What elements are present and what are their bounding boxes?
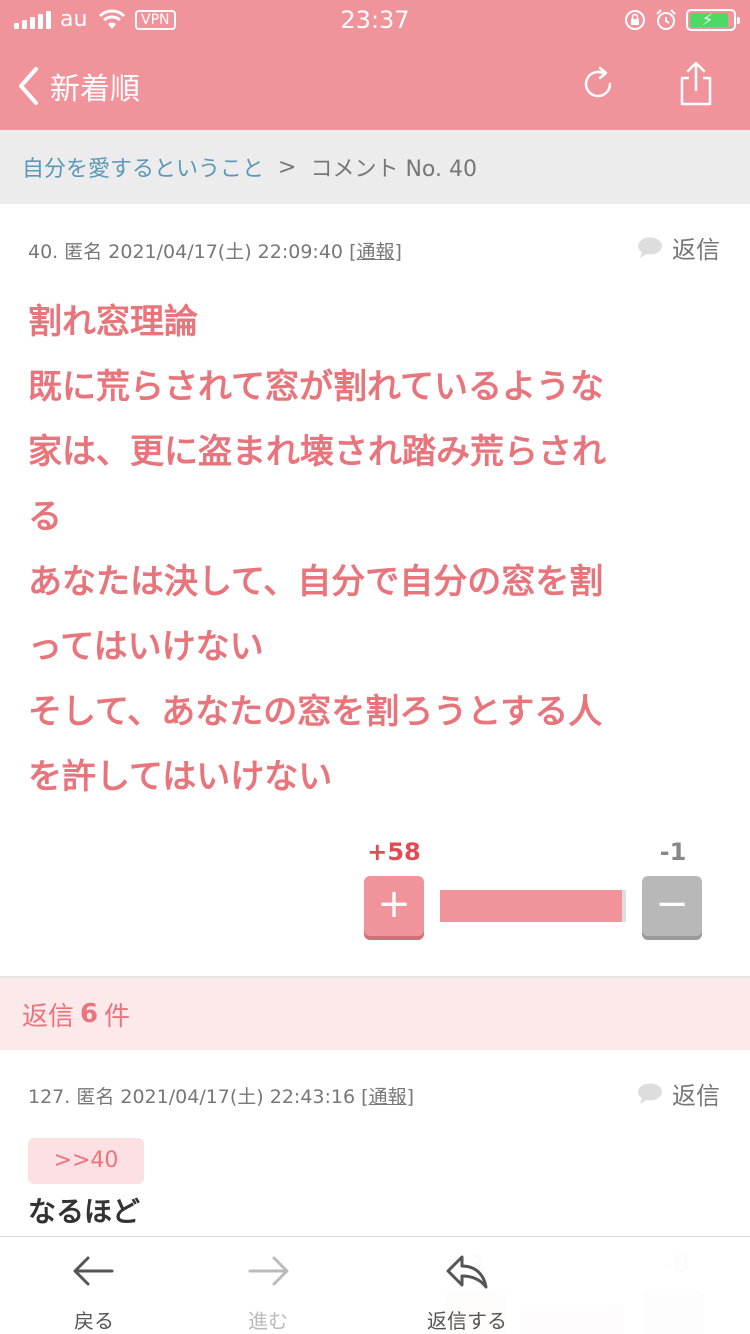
replies-header-suffix: 件 [104,1001,131,1032]
vote-ratio-fill [440,890,623,922]
report-link[interactable]: 通報 [356,241,394,263]
plus-count: +58 [367,838,421,866]
quote-anchor-link[interactable]: >>40 [28,1138,144,1184]
comment-line: 割れ窓理論 [28,302,198,342]
battery-icon: ⚡ [686,9,740,31]
toolbar-back-label: 戻る [74,1309,114,1333]
speech-bubble-icon [638,1083,662,1104]
replies-header[interactable]: 返信 6 件 [0,978,750,1050]
reply-label: 返信 [672,236,720,264]
comment-line: 既に荒らされて窓が割れているような [28,367,604,407]
comment-meta: 40. 匿名 2021/04/17(土) 22:09:40 [通報] [28,237,402,264]
report-link[interactable]: 通報 [369,1086,407,1108]
breadcrumb: 自分を愛するということ > コメント No. 40 [0,130,750,204]
comment-meta-text: 40. 匿名 2021/04/17(土) 22:09:40 [28,241,344,263]
comment-line: あなたは決して、自分で自分の窓を割 [28,562,604,602]
reply-body: なるほど [28,1195,141,1228]
navigation-bar: 新着順 [0,40,750,130]
reply-button[interactable]: 返信 [636,1076,720,1111]
arrow-right-icon [248,1256,289,1286]
report-bracket-open: [ [361,1086,369,1108]
reply-button[interactable]: 返信 [636,230,720,265]
reload-icon[interactable] [578,64,618,104]
reply-arrow-icon [446,1255,488,1289]
arrow-left-icon [73,1256,114,1286]
comment-line: そして、あなたの窓を割ろうとする人 [28,692,603,732]
orientation-lock-icon [625,10,645,30]
reply-meta: 127. 匿名 2021/04/17(土) 22:43:16 [通報] [28,1082,414,1109]
back-label: 新着順 [50,72,140,107]
toolbar-back-button[interactable]: 戻る [44,1247,144,1333]
comment-line: を許してはいけない [28,757,333,797]
breadcrumb-current: コメント No. 40 [310,157,477,182]
replies-header-prefix: 返信 [22,1001,75,1032]
vote-ratio-bar [440,890,626,922]
comment-line: 家は、更に盗まれ壊され踏み荒らされ [28,432,606,472]
comment-card: 40. 匿名 2021/04/17(土) 22:09:40 [通報] 返信 割れ… [0,204,750,976]
report-bracket-close: ] [406,1086,414,1108]
report-bracket-close: ] [394,241,402,263]
breadcrumb-separator: > [278,154,297,180]
breadcrumb-topic-link[interactable]: 自分を愛するということ [22,151,264,183]
reply-meta-text: 127. 匿名 2021/04/17(土) 22:43:16 [28,1086,356,1108]
bottom-toolbar: 戻る 進む 返信する [0,1236,750,1334]
reply-label: 返信 [672,1082,720,1110]
alarm-icon [656,9,676,30]
minus-count: -1 [659,838,687,866]
comment-line: ってはいけない [28,627,264,667]
comment-body: 割れ窓理論 既に荒らされて窓が割れているような 家は、更に盗まれ壊され踏み荒らさ… [28,290,728,810]
toolbar-forward-label: 進む [248,1309,288,1333]
toolbar-reply-label: 返信する [427,1309,507,1333]
toolbar-forward-button[interactable]: 進む [218,1247,318,1333]
status-bar: au VPN 23:37 ⚡ [0,0,750,40]
vote-area: +58 -1 + − [362,838,704,938]
minus-vote-button[interactable]: − [642,876,702,936]
replies-count: 6 [80,999,99,1029]
chevron-left-icon [19,67,38,105]
plus-vote-button[interactable]: + [364,876,424,936]
share-icon[interactable] [676,60,716,108]
back-button[interactable]: 新着順 [16,64,156,108]
comment-line: る [28,497,62,537]
toolbar-reply-button[interactable]: 返信する [402,1247,532,1333]
speech-bubble-icon [638,237,662,258]
